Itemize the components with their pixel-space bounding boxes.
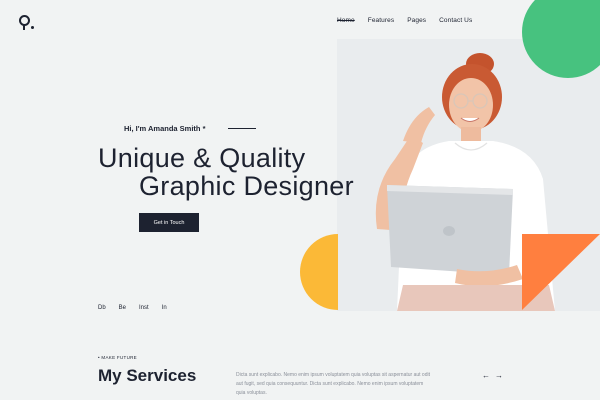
main-nav: Home Features Pages Contact Us — [337, 17, 472, 24]
social-links: Db Be Inst In — [98, 305, 167, 311]
arrow-left-icon[interactable]: ← — [482, 371, 490, 380]
headline-line-2: Graphic Designer — [139, 171, 354, 201]
nav-home[interactable]: Home — [337, 17, 355, 24]
social-instagram[interactable]: Inst — [139, 305, 149, 311]
get-in-touch-button[interactable]: Get in Touch — [139, 213, 199, 232]
nav-features[interactable]: Features — [368, 17, 394, 24]
arrow-right-icon[interactable]: → — [495, 371, 503, 380]
page: Home Features Pages Contact Us Hi, I'm A… — [0, 0, 600, 400]
headline-line-1: Unique & Quality — [98, 143, 306, 173]
services-kicker: • MAKE FUTURE — [98, 355, 137, 360]
logo-icon[interactable] — [18, 14, 36, 32]
social-linkedin[interactable]: In — [162, 305, 167, 311]
logo-stem — [23, 25, 26, 30]
services-title: My Services — [98, 366, 197, 385]
logo-dot — [31, 26, 34, 29]
nav-contact[interactable]: Contact Us — [439, 17, 472, 24]
hero-greeting: Hi, I'm Amanda Smith * — [124, 124, 206, 133]
social-dribbble[interactable]: Db — [98, 305, 106, 311]
services-carousel-controls: ← → — [482, 371, 503, 380]
social-behance[interactable]: Be — [119, 305, 126, 311]
greeting-divider — [228, 128, 256, 129]
hero-headline: Unique & Quality Graphic Designer — [98, 144, 354, 200]
nav-pages[interactable]: Pages — [407, 17, 426, 24]
services-description: Dicta sunt explicabo. Nemo enim ipsum vo… — [236, 372, 430, 396]
